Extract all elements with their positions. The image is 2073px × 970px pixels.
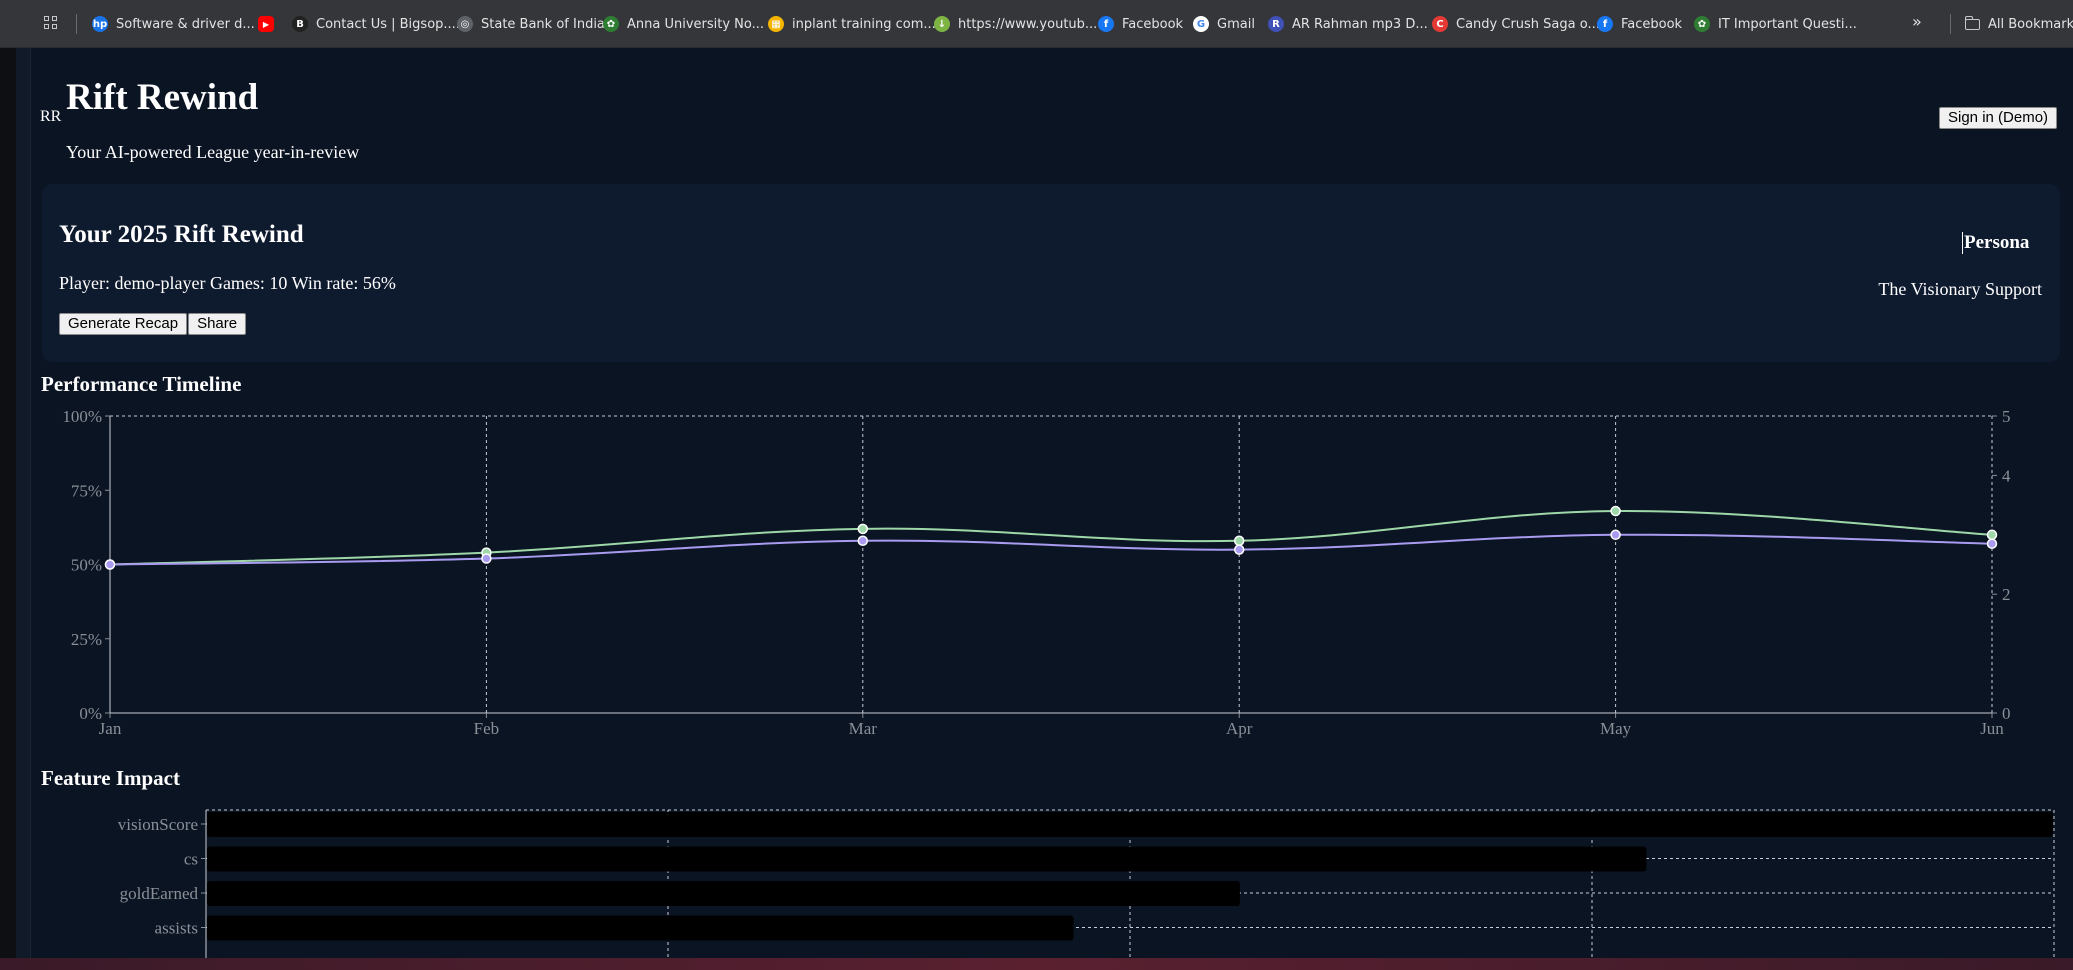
bookmark-item[interactable]: C Candy Crush Saga o...: [1432, 14, 1600, 34]
apps-grid-icon[interactable]: [44, 16, 60, 32]
facebook-icon: f: [1597, 16, 1613, 32]
category-label: visionScore: [118, 815, 198, 834]
impact-bar: [207, 812, 2053, 837]
persona-value: The Visionary Support: [1878, 279, 2042, 299]
bookmark-label: Software & driver d...: [116, 16, 255, 32]
all-bookmarks-label: All Bookmarks: [1988, 16, 2073, 32]
bookmark-label: State Bank of India: [481, 16, 605, 32]
sign-in-button[interactable]: Sign in (Demo): [1939, 107, 2058, 129]
feature-impact-title: Feature Impact: [41, 766, 180, 790]
player-stats: Player: demo-player Games: 10 Win rate: …: [59, 273, 396, 293]
bookmark-label: Anna University No...: [627, 16, 765, 32]
os-taskbar: [0, 958, 2073, 970]
data-point: [1986, 538, 1998, 549]
feature-impact-chart: visionScore cs goldEarned assists: [118, 809, 2055, 958]
persona-heading: Persona: [1962, 232, 2030, 254]
data-point: [1233, 535, 1245, 546]
it-questions-icon: ✿: [1694, 16, 1710, 32]
impact-bar: [207, 846, 1647, 872]
more-bookmarks-chevron-icon[interactable]: »: [1912, 12, 1922, 31]
recap-actions: Generate Recap Share: [59, 313, 247, 335]
bookmark-item[interactable]: ↓ https://www.youtub...: [934, 14, 1097, 34]
youtube-icon: ▶: [258, 16, 274, 32]
candy-crush-icon: C: [1432, 16, 1448, 32]
performance-timeline-chart: 0%25%50%75%100%0245Jan Feb Mar Apr May Jun: [62, 407, 2011, 738]
recap-summary-card: Your 2025 Rift Rewind Player: demo-playe…: [42, 184, 2060, 362]
folder-icon: [1964, 15, 1980, 30]
series-line: [109, 510, 1993, 566]
share-button[interactable]: Share: [188, 313, 247, 335]
brand-logo: RR: [40, 108, 62, 125]
category-label: assists: [155, 919, 198, 938]
x-tick-label: Jan: [99, 719, 122, 738]
globe-icon: ◎: [457, 16, 473, 32]
bookmark-item[interactable]: hp Software & driver d...: [92, 14, 255, 34]
data-point: [481, 553, 492, 564]
hp-icon: hp: [92, 16, 108, 32]
data-point: [1610, 529, 1621, 541]
bookmark-item[interactable]: ✿ IT Important Questi...: [1694, 14, 1857, 34]
adjacent-window-edge: [0, 48, 31, 970]
bookmark-item[interactable]: G Gmail: [1193, 14, 1255, 34]
y2-tick-label: 4: [2002, 466, 2011, 485]
bookmark-item[interactable]: B Contact Us | Bigsop....: [292, 14, 460, 34]
generate-recap-button[interactable]: Generate Recap: [59, 313, 188, 335]
recap-title: Your 2025 Rift Rewind: [59, 221, 304, 248]
bookmark-item[interactable]: f Facebook: [1098, 14, 1183, 34]
bigsop-icon: B: [292, 16, 308, 32]
impact-bar: [207, 915, 1074, 941]
data-point: [857, 535, 869, 546]
bookmarks-divider: [76, 14, 77, 34]
bookmark-item[interactable]: ✿ Anna University No...: [603, 14, 764, 34]
y2-tick-label: 2: [2002, 585, 2011, 604]
bookmark-label: IT Important Questi...: [1718, 16, 1857, 32]
x-tick-label: May: [1600, 719, 1632, 738]
category-label: cs: [184, 850, 198, 869]
x-tick-label: Jun: [1980, 719, 2004, 738]
impact-bar: [207, 881, 1240, 906]
category-label: goldEarned: [120, 884, 199, 903]
data-point: [857, 523, 869, 535]
facebook-icon: f: [1098, 16, 1114, 32]
y2-tick-label: 5: [2002, 407, 2011, 426]
bookmark-label: Contact Us | Bigsop....: [316, 16, 460, 32]
x-tick-label: Apr: [1226, 719, 1253, 738]
bookmark-item[interactable]: f Facebook: [1597, 14, 1682, 34]
performance-timeline-title: Performance Timeline: [41, 372, 242, 396]
bookmark-label: AR Rahman mp3 D...: [1292, 16, 1428, 32]
all-bookmarks-button[interactable]: All Bookmarks: [1964, 14, 2073, 34]
bookmark-label: https://www.youtub...: [958, 16, 1098, 32]
x-tick-label: Mar: [849, 719, 878, 738]
bookmark-label: Facebook: [1621, 16, 1683, 32]
data-point: [104, 559, 116, 570]
bookmark-label: Candy Crush Saga o...: [1456, 16, 1600, 32]
bookmark-label: Gmail: [1217, 16, 1255, 32]
y-tick-label: 25%: [71, 630, 102, 649]
x-tick-label: Feb: [474, 719, 500, 738]
bookmark-item[interactable]: ▦ inplant training com...: [768, 14, 936, 34]
y-tick-label: 50%: [71, 556, 102, 575]
ar-rahman-icon: R: [1268, 16, 1284, 32]
data-point: [1986, 529, 1998, 541]
google-icon: G: [1193, 16, 1209, 32]
bookmark-label: Facebook: [1122, 16, 1184, 32]
data-point: [1610, 505, 1621, 517]
app-title: Rift Rewind: [66, 77, 259, 118]
y-tick-label: 75%: [71, 481, 102, 500]
bookmark-label: inplant training com...: [792, 16, 936, 32]
bookmarks-divider: [1950, 14, 1951, 34]
bookmark-item[interactable]: ◎ State Bank of India: [457, 14, 605, 34]
bookmarks-bar: hp Software & driver d... ▶ B Contact Us | B…: [0, 0, 2073, 48]
anna-university-icon: ✿: [603, 16, 619, 32]
app-subtitle: Your AI-powered League year-in-review: [66, 142, 360, 162]
y-tick-label: 100%: [62, 407, 102, 426]
data-point: [1233, 544, 1245, 555]
download-icon: ↓: [934, 16, 950, 32]
bookmark-item[interactable]: R AR Rahman mp3 D...: [1268, 14, 1428, 34]
bookmark-item[interactable]: ▶: [258, 14, 282, 34]
inplant-icon: ▦: [768, 16, 784, 32]
series-line: [109, 533, 1993, 566]
